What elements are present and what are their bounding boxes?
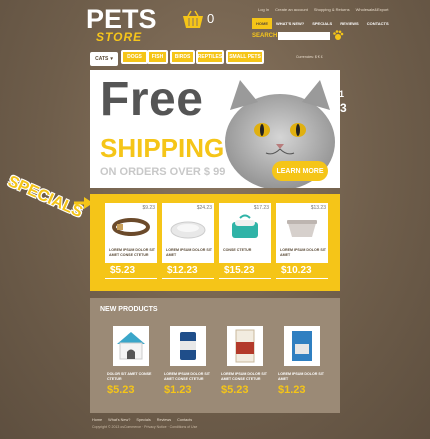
product-price: $5.23 — [105, 263, 157, 278]
banner-headline: Free — [100, 73, 204, 126]
category-birds[interactable]: BIRDS — [170, 50, 195, 64]
shopping-returns-link[interactable]: Shopping & Returns — [314, 7, 350, 12]
product-description: CONSE CTETUR — [223, 248, 252, 252]
product-description: LOREM IPSUM DOLOR SIT AMET CONSE CTETUR — [164, 372, 210, 382]
new-product-card[interactable]: DOLOR SIT AMET CONSE CTETUR $5.23 — [105, 318, 157, 404]
slide-3-button[interactable]: 3 — [340, 102, 347, 114]
product-description: LOREM IPSUM DOLOR SIT AMET CONSE CTETUR — [221, 372, 267, 382]
logo-subtitle[interactable]: STORE — [96, 30, 142, 44]
pet-carrier-icon — [232, 214, 258, 238]
category-fish[interactable]: FISH — [147, 50, 168, 64]
top-links: Log In Create an account Shopping & Retu… — [258, 7, 389, 12]
special-product-card[interactable]: $17.23 CONSE CTETUR $15.23 — [219, 203, 271, 279]
chevron-down-icon: ▾ — [110, 56, 113, 62]
wholesale-link[interactable]: Wholesale&Export — [356, 7, 389, 12]
category-small-pets[interactable]: SMALL PETS — [226, 50, 264, 64]
product-price: $1.23 — [164, 384, 192, 396]
cats-label: CATS — [95, 56, 109, 62]
footer-links: Home What's New? Specials Reviews Contac… — [92, 418, 192, 422]
product-price: $15.23 — [219, 263, 271, 278]
logo-title[interactable]: PETS — [86, 6, 157, 33]
dog-collar-icon — [112, 218, 150, 236]
product-description: LOREM IPSUM DOLOR SIT AMET — [280, 248, 326, 257]
footer-link-home[interactable]: Home — [92, 418, 102, 422]
product-description: DOLOR SIT AMET CONSE CTETUR — [107, 372, 152, 382]
slide-1-button[interactable]: 1 — [339, 90, 344, 99]
litter-box-icon — [287, 220, 317, 237]
product-price: $5.23 — [107, 384, 135, 396]
nav-contacts[interactable]: CONTACTS — [363, 18, 393, 29]
learn-more-button[interactable]: LEARN MORE — [272, 161, 328, 181]
currency-selector[interactable]: Currencies: $ € £ — [296, 55, 323, 59]
old-price: $17.23 — [253, 205, 269, 211]
nav-home[interactable]: HOME — [252, 18, 272, 29]
basket-icon[interactable] — [182, 10, 204, 30]
main-nav: HOME WHAT'S NEW? SPECIALS REVIEWS CONTAC… — [252, 18, 393, 29]
product-description: LOREM IPSUM DOLOR SIT AMET — [166, 248, 212, 257]
special-product-card[interactable]: $24.23 LOREM IPSUM DOLOR SIT AMET $12.23 — [162, 203, 214, 279]
paw-search-icon[interactable] — [332, 29, 344, 41]
old-price: $24.23 — [196, 205, 212, 211]
special-product-card[interactable]: $13.23 LOREM IPSUM DOLOR SIT AMET $10.23 — [276, 203, 328, 279]
nav-whats-new[interactable]: WHAT'S NEW? — [272, 18, 308, 29]
new-product-card[interactable]: LOREM IPSUM DOLOR SIT AMET $1.23 — [276, 318, 328, 404]
product-description: LOREM IPSUM DOLOR SIT AMET CONSE CTETUR — [109, 248, 155, 257]
dog-house-icon — [113, 326, 149, 366]
slide-2-button[interactable]: 2 — [330, 98, 337, 110]
footer-link-specials[interactable]: Specials — [136, 418, 150, 422]
login-link[interactable]: Log In — [258, 7, 269, 12]
footer-link-reviews[interactable]: Reviews — [157, 418, 171, 422]
search-label: SEARCH — [252, 33, 278, 39]
new-product-card[interactable]: LOREM IPSUM DOLOR SIT AMET CONSE CTETUR … — [162, 318, 214, 404]
category-reptiles[interactable]: REPTILES — [196, 50, 224, 64]
product-price: $10.23 — [276, 263, 328, 278]
nav-reviews[interactable]: REVIEWS — [336, 18, 362, 29]
cats-dropdown[interactable]: CATS ▾ — [90, 52, 118, 66]
treat-pack-icon — [284, 326, 320, 366]
create-account-link[interactable]: Create an account — [275, 7, 308, 12]
footer-copyright: Copyright © 2013 osCommerce · Privacy No… — [92, 425, 198, 429]
product-description: LOREM IPSUM DOLOR SIT AMET — [278, 372, 324, 382]
old-price: $13.23 — [310, 205, 326, 211]
category-dogs[interactable]: DOGS — [121, 50, 148, 64]
product-price: $1.23 — [278, 384, 306, 396]
cart-count[interactable]: 0 — [207, 11, 214, 26]
product-price: $12.23 — [162, 263, 214, 278]
nav-specials[interactable]: SPECIALS — [308, 18, 336, 29]
search-input[interactable] — [278, 32, 330, 40]
old-price: $9.23 — [142, 205, 155, 211]
special-product-card[interactable]: $9.23 LOREM IPSUM DOLOR SIT AMET CONSE C… — [105, 203, 157, 279]
pet-food-can-icon — [170, 326, 206, 366]
banner-offer-text: ON ORDERS OVER $ 99 — [100, 166, 226, 178]
footer-link-contacts[interactable]: Contacts — [177, 418, 192, 422]
pet-food-bag-icon — [227, 326, 263, 366]
banner-subheadline: SHIPPING — [100, 133, 225, 163]
footer-link-whats-new[interactable]: What's New? — [108, 418, 130, 422]
new-product-card[interactable]: LOREM IPSUM DOLOR SIT AMET CONSE CTETUR … — [219, 318, 271, 404]
pet-bed-icon — [170, 221, 206, 239]
product-price: $5.23 — [221, 384, 249, 396]
new-products-title: NEW PRODUCTS — [100, 306, 158, 313]
